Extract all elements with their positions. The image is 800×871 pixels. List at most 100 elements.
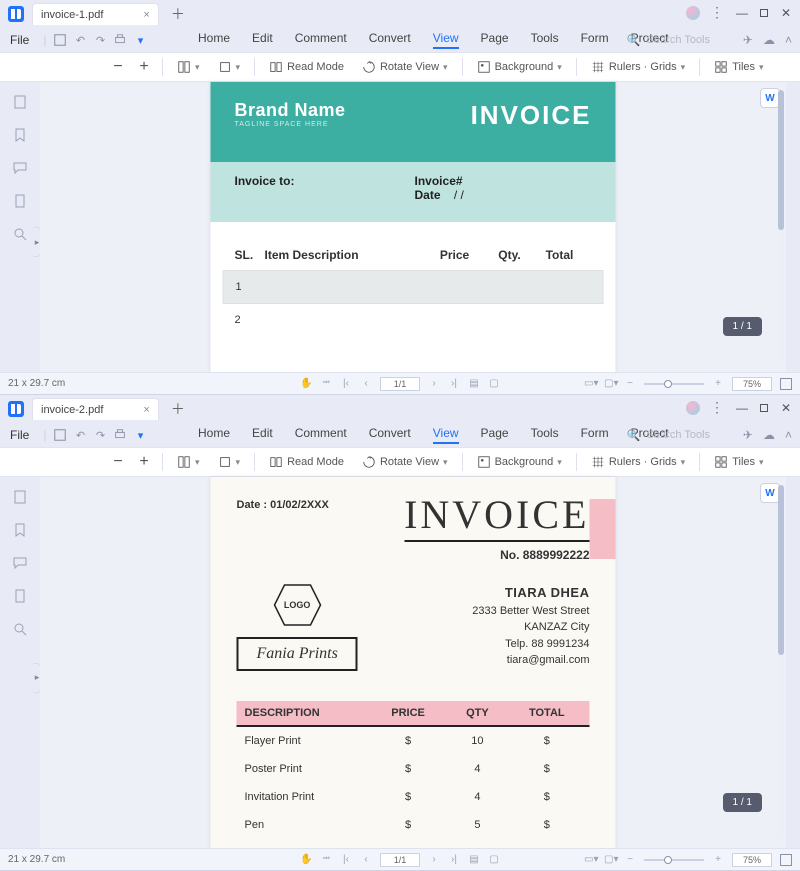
minimize-button[interactable]: —: [734, 401, 750, 415]
tiles-dropdown[interactable]: Tiles▾: [710, 453, 767, 471]
search-tools[interactable]: 🔍 Search Tools: [627, 429, 710, 442]
single-page-icon[interactable]: ▢: [488, 378, 500, 389]
page-layout-dropdown[interactable]: ▾: [173, 58, 204, 76]
scroll-thumb[interactable]: [778, 485, 784, 655]
file-menu[interactable]: File: [10, 428, 29, 442]
read-mode-button[interactable]: Read Mode: [265, 453, 348, 471]
funnel-icon[interactable]: ▾: [133, 33, 147, 47]
menu-form[interactable]: Form: [581, 31, 609, 49]
select-tool-icon[interactable]: ⭲: [320, 375, 332, 392]
print-icon[interactable]: [113, 428, 127, 442]
comment-icon[interactable]: [12, 555, 28, 574]
new-tab-button[interactable]: ＋: [171, 399, 185, 419]
undo-icon[interactable]: ↶: [73, 428, 87, 442]
menu-convert[interactable]: Convert: [369, 31, 411, 49]
hand-tool-icon[interactable]: ✋: [300, 378, 312, 389]
chevron-up-icon[interactable]: ˄: [785, 33, 792, 47]
fit-width-icon[interactable]: ▭▾: [584, 378, 596, 389]
continuous-icon[interactable]: ▤: [468, 378, 480, 389]
print-icon[interactable]: [113, 33, 127, 47]
page-input[interactable]: 1/1: [380, 853, 420, 867]
menu-form[interactable]: Form: [581, 426, 609, 444]
document-tab[interactable]: invoice-1.pdf ×: [32, 3, 159, 25]
zoom-in-icon[interactable]: +: [712, 854, 724, 865]
redo-icon[interactable]: ↷: [93, 33, 107, 47]
zoom-slider[interactable]: [644, 859, 704, 861]
last-page-icon[interactable]: ›|: [448, 854, 460, 865]
page-layout-dropdown[interactable]: ▾: [173, 453, 204, 471]
menu-edit[interactable]: Edit: [252, 426, 273, 444]
export-word-icon[interactable]: W: [760, 483, 780, 503]
fit-dropdown[interactable]: ▾: [214, 58, 245, 76]
read-mode-button[interactable]: Read Mode: [265, 58, 348, 76]
zoom-in-button[interactable]: +: [136, 453, 152, 471]
zoom-value[interactable]: 75%: [732, 377, 772, 391]
export-word-icon[interactable]: W: [760, 88, 780, 108]
first-page-icon[interactable]: |‹: [340, 378, 352, 389]
file-menu[interactable]: File: [10, 33, 29, 47]
next-page-icon[interactable]: ›: [428, 378, 440, 389]
menu-convert[interactable]: Convert: [369, 426, 411, 444]
scroll-thumb[interactable]: [778, 90, 784, 230]
first-page-icon[interactable]: |‹: [340, 854, 352, 865]
next-page-icon[interactable]: ›: [428, 854, 440, 865]
close-icon[interactable]: ×: [143, 9, 149, 21]
page-input[interactable]: 1/1: [380, 377, 420, 391]
thumbnails-icon[interactable]: [12, 94, 28, 113]
rotate-view-dropdown[interactable]: Rotate View▾: [358, 58, 452, 76]
zoom-out-button[interactable]: −: [110, 453, 126, 471]
save-icon[interactable]: [53, 428, 67, 442]
attachment-icon[interactable]: [12, 193, 28, 212]
cloud-icon[interactable]: ☁: [763, 33, 775, 47]
send-icon[interactable]: ✈: [743, 33, 753, 47]
menu-view[interactable]: View: [433, 31, 459, 49]
zoom-out-button[interactable]: −: [110, 58, 126, 76]
fullscreen-icon[interactable]: [780, 378, 792, 390]
new-tab-button[interactable]: ＋: [171, 4, 185, 24]
send-icon[interactable]: ✈: [743, 428, 753, 442]
maximize-button[interactable]: [760, 404, 768, 412]
fit-dropdown[interactable]: ▾: [214, 453, 245, 471]
background-dropdown[interactable]: Background▾: [473, 58, 566, 76]
zoom-in-button[interactable]: +: [136, 58, 152, 76]
fit-page-icon[interactable]: ▢▾: [604, 378, 616, 389]
chevron-up-icon[interactable]: ˄: [785, 428, 792, 442]
search-panel-icon[interactable]: [12, 621, 28, 640]
prev-page-icon[interactable]: ‹: [360, 854, 372, 865]
undo-icon[interactable]: ↶: [73, 33, 87, 47]
bookmark-icon[interactable]: [12, 522, 28, 541]
close-button[interactable]: ✕: [778, 6, 794, 20]
background-dropdown[interactable]: Background▾: [473, 453, 566, 471]
menu-home[interactable]: Home: [198, 426, 230, 444]
save-icon[interactable]: [53, 33, 67, 47]
bookmark-icon[interactable]: [12, 127, 28, 146]
prev-page-icon[interactable]: ‹: [360, 378, 372, 389]
rotate-view-dropdown[interactable]: Rotate View▾: [358, 453, 452, 471]
cloud-icon[interactable]: ☁: [763, 428, 775, 442]
close-button[interactable]: ✕: [778, 401, 794, 415]
menu-comment[interactable]: Comment: [295, 426, 347, 444]
zoom-value[interactable]: 75%: [732, 853, 772, 867]
select-tool-icon[interactable]: ⭲: [320, 851, 332, 868]
hand-tool-icon[interactable]: ✋: [300, 854, 312, 865]
assistant-icon[interactable]: [686, 401, 700, 415]
menu-tools[interactable]: Tools: [531, 31, 559, 49]
zoom-slider[interactable]: [644, 383, 704, 385]
comment-icon[interactable]: [12, 160, 28, 179]
document-tab[interactable]: invoice-2.pdf ×: [32, 398, 159, 420]
close-icon[interactable]: ×: [143, 404, 149, 416]
menu-tools[interactable]: Tools: [531, 426, 559, 444]
attachment-icon[interactable]: [12, 588, 28, 607]
rulers-grids-dropdown[interactable]: Rulers · Grids▾: [587, 58, 689, 76]
zoom-out-icon[interactable]: −: [624, 378, 636, 389]
kebab-icon[interactable]: ⋮: [710, 4, 724, 21]
assistant-icon[interactable]: [686, 6, 700, 20]
search-panel-icon[interactable]: [12, 226, 28, 245]
thumbnails-icon[interactable]: [12, 489, 28, 508]
kebab-icon[interactable]: ⋮: [710, 399, 724, 416]
maximize-button[interactable]: [760, 9, 768, 17]
menu-edit[interactable]: Edit: [252, 31, 273, 49]
zoom-in-icon[interactable]: +: [712, 378, 724, 389]
single-page-icon[interactable]: ▢: [488, 854, 500, 865]
fit-page-icon[interactable]: ▢▾: [604, 854, 616, 865]
